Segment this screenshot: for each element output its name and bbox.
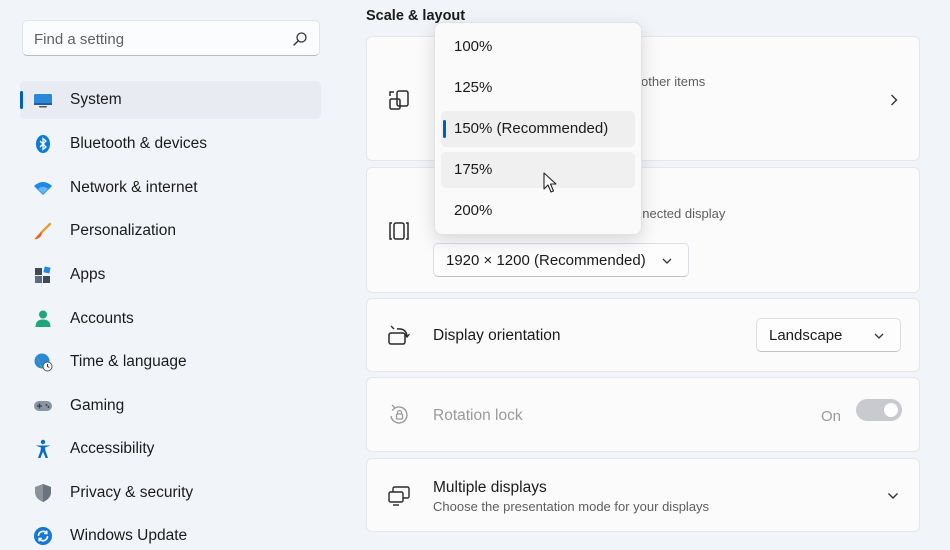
sidebar-item-label: Accessibility bbox=[70, 440, 155, 457]
rotation-lock-toggle[interactable] bbox=[856, 399, 902, 421]
resolution-value: 1920 × 1200 (Recommended) bbox=[446, 252, 646, 269]
gamepad-icon bbox=[34, 401, 52, 411]
orientation-value: Landscape bbox=[769, 327, 843, 344]
resolution-select[interactable]: 1920 × 1200 (Recommended) bbox=[433, 243, 689, 277]
chevron-right-icon[interactable] bbox=[887, 93, 901, 107]
update-icon bbox=[34, 527, 52, 545]
option-label: 175% bbox=[454, 161, 493, 178]
sidebar-item-label: System bbox=[70, 91, 122, 108]
orientation-card: Display orientation Landscape bbox=[366, 298, 920, 372]
bluetooth-icon bbox=[36, 135, 50, 153]
sidebar-item-bluetooth[interactable]: Bluetooth & devices bbox=[20, 125, 321, 163]
sidebar-item-label: Time & language bbox=[70, 353, 187, 370]
search-input[interactable]: Find a setting bbox=[34, 31, 124, 48]
scale-option-125[interactable]: 125% bbox=[441, 70, 635, 106]
apps-icon bbox=[35, 266, 51, 283]
rotation-lock-card: Rotation lock On bbox=[366, 377, 920, 452]
sidebar-item-accounts[interactable]: Accounts bbox=[20, 300, 321, 338]
toggle-knob bbox=[884, 403, 898, 417]
multiple-displays-icon bbox=[388, 486, 410, 506]
sidebar-item-label: Network & internet bbox=[70, 179, 198, 196]
option-label: 200% bbox=[454, 202, 493, 219]
shield-icon bbox=[35, 484, 51, 502]
monitor-icon bbox=[34, 94, 52, 108]
orientation-icon bbox=[388, 325, 410, 345]
sidebar-item-gaming[interactable]: Gaming bbox=[20, 387, 321, 425]
search-box[interactable]: Find a setting bbox=[22, 20, 320, 56]
sidebar-item-privacy-security[interactable]: Privacy & security bbox=[20, 474, 321, 512]
rotation-lock-state: On bbox=[821, 408, 842, 425]
mouse-cursor-icon bbox=[543, 172, 557, 193]
option-label: 125% bbox=[454, 79, 493, 96]
person-icon bbox=[35, 310, 51, 327]
sidebar-item-label: Accounts bbox=[70, 310, 134, 327]
sidebar-item-label: Privacy & security bbox=[70, 484, 194, 501]
brush-icon bbox=[34, 222, 52, 240]
scale-subtitle: other items bbox=[641, 74, 706, 89]
resolution-subtitle: nnected display bbox=[635, 206, 726, 221]
multiple-displays-card[interactable]: Multiple displays Choose the presentatio… bbox=[366, 458, 920, 532]
globe-clock-icon bbox=[34, 353, 53, 372]
orientation-select[interactable]: Landscape bbox=[756, 318, 901, 352]
sidebar-item-label: Personalization bbox=[70, 222, 176, 239]
chevron-down-icon bbox=[874, 333, 884, 339]
scale-option-150[interactable]: 150% (Recommended) bbox=[441, 111, 635, 147]
sidebar-item-time-language[interactable]: Time & language bbox=[20, 343, 321, 381]
sidebar-item-windows-update[interactable]: Windows Update bbox=[20, 517, 321, 550]
scale-option-200[interactable]: 200% bbox=[441, 193, 635, 229]
scale-option-100[interactable]: 100% bbox=[441, 29, 635, 65]
wifi-icon bbox=[34, 182, 52, 195]
sidebar-item-label: Gaming bbox=[70, 397, 125, 414]
sidebar-item-accessibility[interactable]: Accessibility bbox=[20, 430, 321, 468]
chevron-down-icon bbox=[662, 258, 672, 264]
rotation-lock-icon bbox=[390, 404, 408, 424]
sidebar-item-label: Apps bbox=[70, 266, 106, 283]
sidebar-item-label: Bluetooth & devices bbox=[70, 135, 208, 152]
accessibility-icon bbox=[35, 439, 51, 458]
selected-indicator bbox=[443, 120, 446, 138]
sidebar-item-network[interactable]: Network & internet bbox=[20, 169, 321, 207]
scale-icon bbox=[389, 90, 409, 110]
active-indicator bbox=[20, 91, 23, 109]
sidebar-item-system[interactable]: System bbox=[20, 81, 321, 119]
resolution-icon bbox=[389, 222, 409, 240]
option-label: 150% (Recommended) bbox=[454, 120, 609, 137]
scale-option-175[interactable]: 175% bbox=[441, 152, 635, 188]
multiple-displays-title: Multiple displays bbox=[433, 479, 547, 496]
scale-dropdown-menu: 100% 125% 150% (Recommended) 175% 200% bbox=[434, 22, 642, 235]
multiple-displays-subtitle: Choose the presentation mode for your di… bbox=[433, 499, 710, 514]
sidebar-item-apps[interactable]: Apps bbox=[20, 256, 321, 294]
search-icon bbox=[293, 32, 307, 46]
option-label: 100% bbox=[454, 38, 493, 55]
sidebar-item-personalization[interactable]: Personalization bbox=[20, 212, 321, 250]
rotation-lock-title: Rotation lock bbox=[433, 407, 523, 424]
sidebar-item-label: Windows Update bbox=[70, 527, 188, 544]
orientation-title: Display orientation bbox=[433, 327, 561, 344]
chevron-down-icon[interactable] bbox=[886, 489, 900, 503]
